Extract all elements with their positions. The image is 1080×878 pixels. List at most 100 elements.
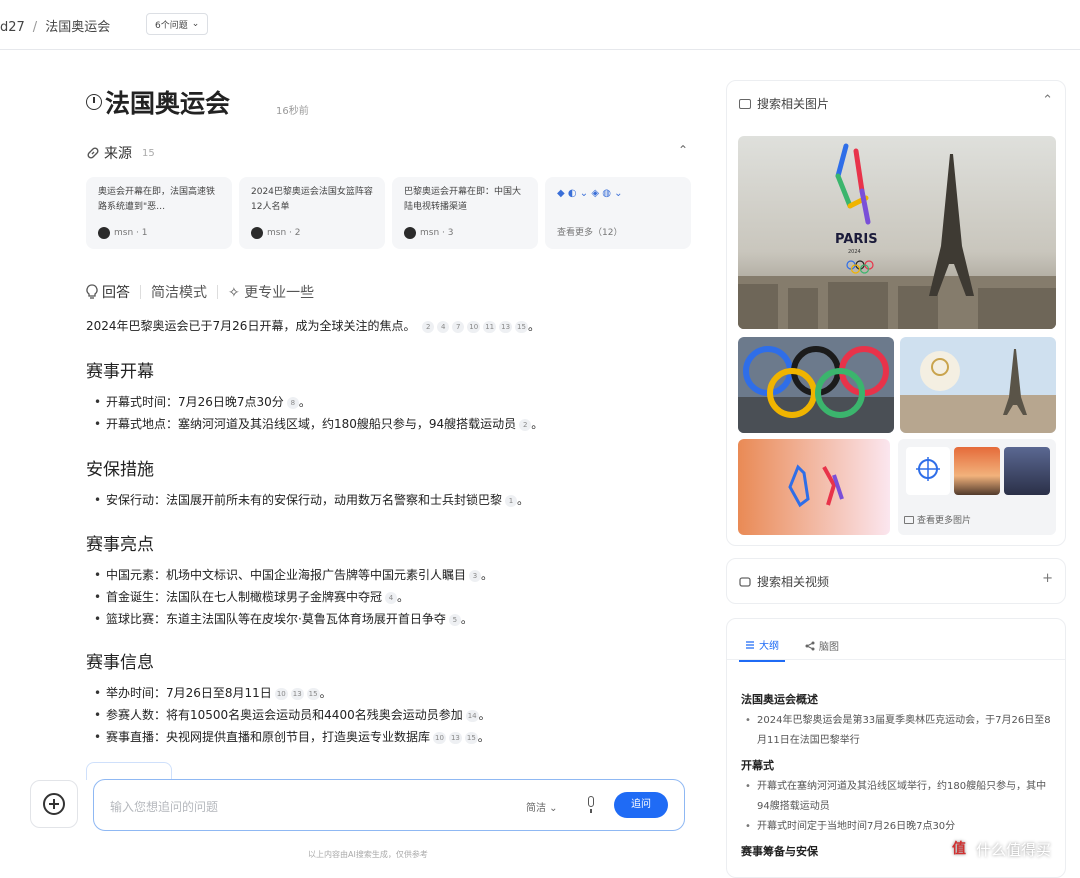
answer-mode-select[interactable]: 简洁 ⌄: [526, 799, 558, 814]
paris-skyline-picture: [900, 337, 1056, 433]
plus-icon[interactable]: +: [1042, 571, 1053, 586]
source-card[interactable]: 奥运会开幕在即，法国高速铁路系统遭到"恶… msn · 1: [86, 177, 232, 249]
watermark-text: 什么值得买: [976, 840, 1052, 859]
image-paris-2024-poster[interactable]: [738, 439, 890, 535]
citation-badge[interactable]: 10: [274, 687, 288, 700]
mindmap-icon: [805, 641, 815, 650]
olympic-rings-picture: [738, 337, 894, 433]
more-sources-card[interactable]: ◆ ◐ ⌄ ◈ ◍ ⌄ 查看更多（12）: [545, 177, 691, 249]
summary-text: 2024年巴黎奥运会已于7月26日开幕，成为全球关注的焦点。: [86, 319, 416, 333]
breadcrumb-separator: /: [32, 20, 38, 35]
citation-badge[interactable]: 15: [464, 731, 478, 744]
citation-badge[interactable]: 3: [469, 569, 482, 582]
chevron-up-icon[interactable]: ⌃: [1042, 93, 1053, 108]
list-item: 开幕式地点：塞纳河河道及其沿线区域，约180艘船只参与，94艘搭载运动员2。: [86, 413, 692, 435]
lightbulb-icon: [86, 284, 98, 299]
microphone-icon[interactable]: [585, 796, 597, 814]
list-icon: [746, 640, 754, 649]
citation-badge[interactable]: 7: [452, 320, 465, 333]
citation-badge[interactable]: 15: [515, 320, 528, 333]
source-card-text: 巴黎奥运会开幕在即：中国大陆电视转播渠道: [404, 187, 522, 213]
paris-eiffel-picture: PARIS 2024: [738, 136, 1056, 329]
videos-panel-header: 搜索相关视频: [739, 573, 829, 590]
followup-input[interactable]: 输入您想追问的问题: [110, 798, 218, 815]
citation-badge[interactable]: 10: [433, 731, 446, 744]
citation-badge[interactable]: 10: [467, 320, 481, 333]
view-all-sources[interactable]: 查看更多（12）: [557, 226, 622, 241]
citation-badge[interactable]: 2: [422, 320, 435, 333]
more-images-tile[interactable]: 查看更多图片: [898, 439, 1056, 535]
sources-header[interactable]: 来源 15 ⌃: [86, 143, 692, 163]
image-icon: [904, 515, 914, 524]
divider: [217, 285, 218, 299]
citation-badge[interactable]: 13: [448, 731, 462, 744]
source-card-site: msn · 2: [267, 227, 301, 238]
answer-label-group: 回答: [86, 282, 130, 302]
outline-list: 2024年巴黎奥运会是第33届夏季奥林匹克运动会，于7月26日至8月11日在法国…: [741, 711, 1057, 751]
send-button[interactable]: 追问: [614, 792, 668, 818]
videos-panel[interactable]: 搜索相关视频 +: [726, 558, 1066, 604]
source-card-meta: msn · 1: [98, 226, 147, 241]
paris-logo-text: PARIS: [835, 232, 878, 247]
source-card[interactable]: 2024巴黎奥运会法国女篮阵容12人名单 msn · 2: [239, 177, 385, 249]
source-card[interactable]: 巴黎奥运会开幕在即：中国大陆电视转播渠道 msn · 3: [392, 177, 538, 249]
section-list: 安保行动：法国展开前所未有的安保行动，动用数万名警察和士兵封锁巴黎1。: [86, 489, 692, 511]
citation-badge[interactable]: 13: [290, 687, 304, 700]
section-list: 中国元素：机场中文标识、中国企业海报广告牌等中国元素引人瞩目3。首金诞生：法国队…: [86, 564, 692, 630]
citation-badge[interactable]: 13: [499, 320, 513, 333]
tab-mindmap-label: 脑图: [819, 642, 839, 653]
outline-heading[interactable]: 法国奥运会概述: [741, 691, 1057, 707]
citation-badge[interactable]: 8: [286, 396, 299, 409]
citation-badge[interactable]: 15: [306, 687, 320, 700]
list-item-text: 参赛人数：将有10500名奥运会运动员和4400名残奥会运动员参加: [106, 708, 463, 722]
list-item: 赛事直播：央视网提供直播和原创节目，打造奥运专业数据库101315。: [86, 726, 692, 748]
image-paris-eiffel[interactable]: PARIS 2024: [738, 136, 1056, 329]
view-more-images[interactable]: 查看更多图片: [904, 513, 971, 526]
clock-icon: [86, 94, 102, 110]
image-paris-skyline[interactable]: [900, 337, 1056, 433]
outline-heading[interactable]: 开幕式: [741, 757, 1057, 773]
citation-badge[interactable]: 5: [448, 613, 461, 626]
answer-section: 赛事开幕开幕式时间：7月26日晚7点30分8。开幕式地点：塞纳河河道及其沿线区域…: [86, 357, 692, 435]
image-olympic-rings[interactable]: [738, 337, 894, 433]
simple-mode-tab[interactable]: 简洁模式: [151, 282, 207, 302]
answer-section: 赛事亮点中国元素：机场中文标识、中国企业海报广告牌等中国元素引人瞩目3。首金诞生…: [86, 530, 692, 630]
list-item-text: 首金诞生：法国队在七人制橄榄球男子金牌赛中夺冠: [106, 590, 383, 604]
section-heading: 安保措施: [86, 460, 154, 480]
citation-badge[interactable]: 11: [483, 320, 497, 333]
list-item-text: 篮球比赛：东道主法国队等在皮埃尔·莫鲁瓦体育场展开首日争夺: [106, 612, 446, 626]
list-item-text: 安保行动：法国展开前所未有的安保行动，动用数万名警察和士兵封锁巴黎: [106, 493, 503, 507]
citation-badge[interactable]: 4: [437, 320, 450, 333]
divider: [727, 659, 1065, 660]
view-more-images-label: 查看更多图片: [917, 516, 972, 526]
section-heading: 赛事信息: [86, 653, 154, 673]
list-item: 中国元素：机场中文标识、中国企业海报广告牌等中国元素引人瞩目3。: [86, 564, 692, 586]
citation-badge[interactable]: 1: [505, 494, 518, 507]
chevron-down-icon: ⌄: [191, 19, 200, 29]
link-icon: [87, 147, 99, 159]
chevron-up-icon[interactable]: ⌃: [678, 143, 688, 157]
images-panel-header[interactable]: 搜索相关图片: [739, 95, 829, 112]
new-chat-button[interactable]: [30, 780, 78, 828]
tab-outline[interactable]: 大纲: [739, 633, 785, 662]
list-item-text: 中国元素：机场中文标识、中国企业海报广告牌等中国元素引人瞩目: [106, 568, 467, 582]
citation-badge[interactable]: 14: [465, 709, 479, 722]
sources-label: 来源: [104, 146, 132, 162]
videos-panel-title: 搜索相关视频: [757, 575, 830, 589]
list-item-text: 举办时间：7月26日至8月11日: [106, 686, 272, 700]
source-card-meta: msn · 2: [251, 226, 300, 241]
source-site-icons: ◆ ◐ ⌄ ◈ ◍ ⌄: [557, 188, 623, 199]
collapsed-tab[interactable]: [86, 762, 172, 780]
question-timestamp: 16秒前: [276, 106, 309, 117]
breadcrumb-prefix[interactable]: d27: [0, 20, 25, 35]
section-heading: 赛事亮点: [86, 535, 154, 555]
pro-mode-tab[interactable]: ✧ 更专业一些: [228, 282, 314, 302]
list-item: 篮球比赛：东道主法国队等在皮埃尔·莫鲁瓦体育场展开首日争夺5。: [86, 608, 692, 630]
tab-mindmap[interactable]: 脑图: [799, 633, 845, 662]
citation-badge[interactable]: 4: [385, 591, 398, 604]
outline-item: 开幕式时间定于当地时间7月26日晚7点30分: [741, 817, 1057, 837]
questions-dropdown[interactable]: 6个问题 ⌄: [146, 13, 209, 35]
list-item: 安保行动：法国展开前所未有的安保行动，动用数万名警察和士兵封锁巴黎1。: [86, 489, 692, 511]
citation-badge[interactable]: 2: [519, 418, 532, 431]
answer-section: 赛事信息举办时间：7月26日至8月11日101315。参赛人数：将有10500名…: [86, 648, 692, 748]
